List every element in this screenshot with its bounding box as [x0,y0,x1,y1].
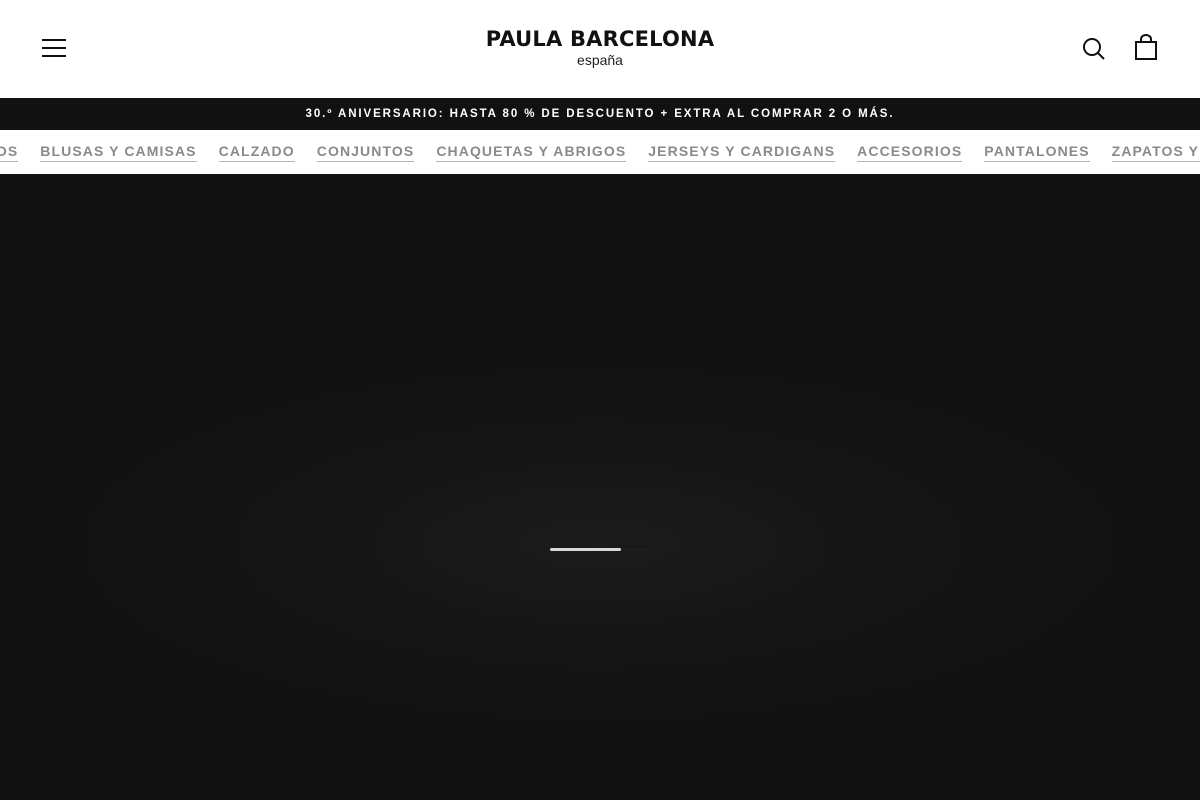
cart-button[interactable] [1133,34,1159,62]
category-link[interactable]: PANTALONES [984,142,1090,162]
hero-section [0,174,1200,800]
loading-progress-fill [550,548,621,551]
category-link[interactable]: CONJUNTOS [316,142,415,162]
category-link[interactable]: CALZADO [218,142,295,162]
category-link[interactable]: CHAQUETAS Y ABRIGOS [436,142,627,162]
category-link[interactable]: TIDOS [0,142,19,162]
site-logo[interactable]: PAULA BARCELONA españa [0,26,1200,68]
site-header: PAULA BARCELONA españa [0,0,1200,98]
announcement-bar: 30.º ANIVERSARIO: HASTA 80 % DE DESCUENT… [0,98,1200,130]
search-button[interactable] [1081,36,1107,62]
category-nav-track: TIDOS BLUSAS Y CAMISAS CALZADO CONJUNTOS CHA… [0,130,1200,174]
category-link[interactable]: BLUSAS Y CAMISAS [40,142,197,162]
shopping-bag-icon [1133,34,1159,66]
category-nav: TIDOS BLUSAS Y CAMISAS CALZADO CONJUNTOS CHA… [0,130,1200,174]
category-link[interactable]: ACCESORIOS [857,142,963,162]
region-label: españa [577,52,623,68]
loading-progress-bar [550,548,650,551]
announcement-text: 30.º ANIVERSARIO: HASTA 80 % DE DESCUENT… [305,108,895,120]
category-link[interactable]: JERSEYS Y CARDIGANS [648,142,836,162]
brand-name: PAULA BARCELONA [485,27,715,51]
search-icon [1081,38,1107,66]
category-link[interactable]: ZAPATOS Y BO [1111,142,1200,162]
